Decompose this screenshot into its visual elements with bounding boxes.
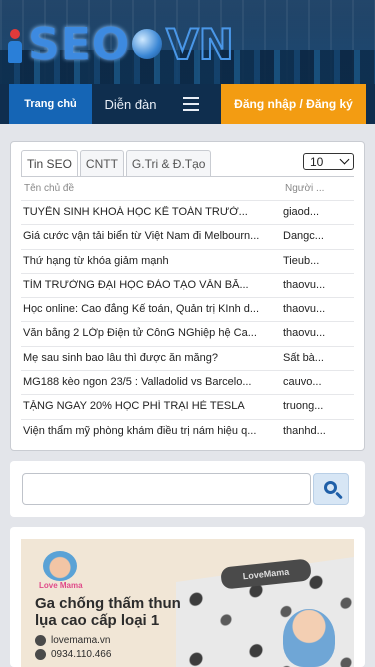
topic-title-link[interactable]: Thứ hạng từ khóa giảm mạnh: [23, 255, 275, 267]
topic-title-link[interactable]: Học online: Cao đẳng Kế toán, Quản trị K…: [23, 303, 275, 315]
ad-brand: Love Mama: [39, 581, 83, 590]
tab-giai-tri-dao-tao[interactable]: G.Tri & Đ.Tạo: [125, 150, 212, 176]
topic-title-link[interactable]: Văn bằng 2 LỚp Điện tử CônG NGhiệp hệ Ca…: [23, 327, 275, 339]
topic-author-link[interactable]: Sất bà...: [283, 352, 327, 364]
search-input[interactable]: [22, 473, 311, 505]
topic-author-link[interactable]: truong...: [283, 400, 327, 412]
table-row: Văn bằng 2 LỚp Điện tử CônG NGhiệp hệ Ca…: [21, 321, 354, 345]
topic-title-link[interactable]: Mẹ sau sinh bao lâu thì được ăn măng?: [23, 352, 275, 364]
nav-forum[interactable]: Diễn đàn: [92, 84, 169, 124]
ad-phone-text: 0934.110.466: [51, 649, 112, 660]
header-banner: SEO VN: [0, 0, 375, 84]
tab-cntt[interactable]: CNTT: [79, 150, 124, 176]
ad-headline-line1: Ga chống thấm thun: [35, 595, 181, 612]
topic-list: TUYỂN SINH KHOÁ HỌC KẾ TOÁN TRƯỞ... giao…: [21, 200, 354, 443]
logo-text: SEO: [28, 18, 131, 70]
topic-author-link[interactable]: thaovu...: [283, 303, 327, 315]
search-button[interactable]: [313, 473, 349, 505]
table-row: TUYỂN SINH KHOÁ HỌC KẾ TOÁN TRƯỞ... giao…: [21, 200, 354, 224]
topic-tabs: Tin SEO CNTT G.Tri & Đ.Tạo: [21, 150, 213, 176]
table-row: MG188 kèo ngon 23/5 : Valladolid vs Barc…: [21, 370, 354, 394]
ad-website-text: lovemama.vn: [51, 635, 111, 646]
topic-title-link[interactable]: TUYỂN SINH KHOÁ HỌC KẾ TOÁN TRƯỞ...: [23, 206, 275, 218]
page-size-select[interactable]: 10: [303, 153, 354, 170]
topic-author-link[interactable]: thaovu...: [283, 279, 327, 291]
page-size-value: 10: [310, 154, 324, 169]
tab-tin-seo[interactable]: Tin SEO: [21, 150, 78, 176]
table-row: TẶNG NGAY 20% HỌC PHÍ TRẠI HÈ TESLA truo…: [21, 394, 354, 418]
search-section: [10, 461, 365, 517]
column-author-header[interactable]: Người ...: [285, 183, 324, 194]
baby-image: [283, 609, 335, 667]
table-row: Viện thẩm mỹ phòng khám điều trị nám hiệ…: [21, 418, 354, 443]
globe-icon: [35, 635, 46, 646]
table-row: Học online: Cao đẳng Kế toán, Quản trị K…: [21, 297, 354, 321]
topic-author-link[interactable]: Tieub...: [283, 255, 327, 267]
table-row: TÌM TRƯỜNG ĐẠI HỌC ĐÀO TẠO VĂN BẰ... tha…: [21, 272, 354, 297]
topics-panel: Tin SEO CNTT G.Tri & Đ.Tạo 10 Tên chủ đề…: [10, 141, 365, 451]
column-title-header[interactable]: Tên chủ đề: [24, 183, 74, 194]
ad-website: lovemama.vn: [35, 635, 110, 646]
chevron-down-icon: [339, 154, 350, 165]
search-icon-handle: [335, 491, 343, 500]
topic-title-link[interactable]: TẶNG NGAY 20% HỌC PHÍ TRẠI HÈ TESLA: [23, 400, 275, 412]
table-row: Giá cước vận tải biển từ Việt Nam đi Mel…: [21, 224, 354, 248]
topic-author-link[interactable]: Dangc...: [283, 230, 327, 242]
site-logo[interactable]: SEO VN: [4, 18, 235, 70]
tab-divider: [21, 176, 354, 177]
topic-author-link[interactable]: thanhd...: [283, 425, 327, 437]
topic-title-link[interactable]: MG188 kèo ngon 23/5 : Valladolid vs Barc…: [23, 376, 275, 388]
hamburger-menu-icon[interactable]: [176, 94, 206, 114]
globe-icon: [132, 29, 163, 59]
table-header: Tên chủ đề Người ...: [21, 178, 354, 200]
ad-section: LoveMama Love Mama Ga chống thấm thun lụ…: [10, 527, 365, 667]
topic-author-link[interactable]: thaovu...: [283, 327, 327, 339]
mascot-icon: [4, 23, 28, 65]
brand-logo-icon: [43, 551, 77, 581]
ad-banner[interactable]: LoveMama Love Mama Ga chống thấm thun lụ…: [21, 539, 354, 667]
table-row: Mẹ sau sinh bao lâu thì được ăn măng? Sấ…: [21, 345, 354, 370]
ad-phone: 0934.110.466: [35, 649, 111, 660]
ad-headline-line2: lụa cao cấp loại 1: [35, 612, 160, 629]
login-register-button[interactable]: Đăng nhập / Đăng ký: [221, 84, 366, 124]
topic-author-link[interactable]: cauvo...: [283, 376, 327, 388]
table-row: Thứ hạng từ khóa giảm mạnh Tieub...: [21, 248, 354, 273]
logo-suffix: VN: [165, 19, 235, 70]
phone-icon: [35, 649, 46, 660]
topic-title-link[interactable]: TÌM TRƯỜNG ĐẠI HỌC ĐÀO TẠO VĂN BẰ...: [23, 279, 275, 291]
topic-author-link[interactable]: giaod...: [283, 206, 327, 218]
topic-title-link[interactable]: Giá cước vận tải biển từ Việt Nam đi Mel…: [23, 230, 275, 242]
nav-home[interactable]: Trang chủ: [9, 84, 92, 124]
topic-title-link[interactable]: Viện thẩm mỹ phòng khám điều trị nám hiệ…: [23, 425, 275, 437]
main-nav: Trang chủ Diễn đàn Đăng nhập / Đăng ký: [0, 84, 375, 124]
ad-headline: Ga chống thấm thun lụa cao cấp loại 1: [35, 595, 181, 629]
